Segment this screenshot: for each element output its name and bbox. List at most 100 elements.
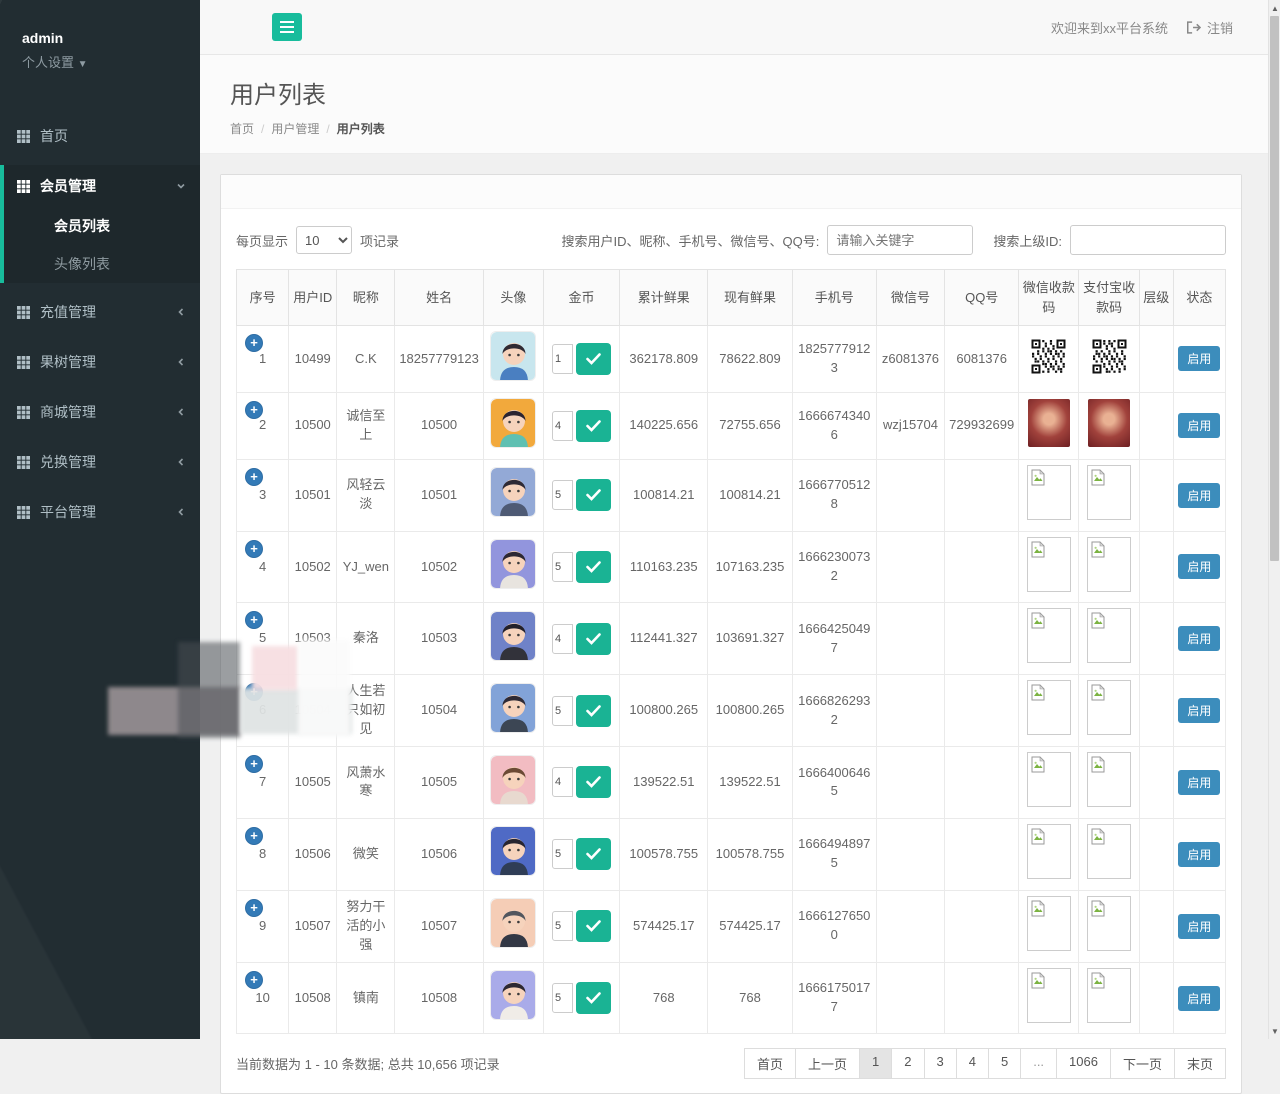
coin-confirm-button[interactable] [576, 982, 611, 1014]
expand-row-button[interactable]: + [245, 540, 263, 558]
user-id: 10507 [289, 890, 337, 962]
avatar [490, 755, 536, 805]
coin-confirm-button[interactable] [576, 838, 611, 870]
coin-confirm-button[interactable] [576, 479, 611, 511]
sidebar-toggle-button[interactable] [272, 13, 302, 41]
status-enabled-button[interactable]: 启用 [1178, 413, 1220, 438]
nickname: 努力干活的小强 [337, 890, 395, 962]
expand-row-button[interactable]: + [245, 468, 263, 486]
coin-confirm-button[interactable] [576, 695, 611, 727]
column-header[interactable]: QQ号 [945, 270, 1019, 326]
sidebar-item-充值管理[interactable]: 充值管理 [0, 291, 200, 333]
current-fruit: 72755.656 [708, 392, 792, 459]
scroll-down-arrow-icon[interactable]: ▼ [1269, 1024, 1280, 1038]
table-row: + 8 10506 微笑 10506 100578.755 100578.755… [237, 818, 1226, 890]
wechat-id [876, 459, 944, 531]
expand-row-button[interactable]: + [245, 334, 263, 352]
parent-id-search-input[interactable] [1070, 225, 1226, 255]
qq-number [945, 818, 1019, 890]
column-header[interactable]: 金币 [543, 270, 619, 326]
column-header[interactable]: 手机号 [792, 270, 876, 326]
column-header[interactable]: 微信收款码 [1019, 270, 1079, 326]
wechat-id [876, 603, 944, 675]
logout-link[interactable]: 注销 [1186, 18, 1233, 37]
table-row: + 5 10503 秦洛 10503 112441.327 103691.327… [237, 603, 1226, 675]
coin-amount-input[interactable] [552, 839, 573, 869]
coin-amount-input[interactable] [552, 911, 573, 941]
status-enabled-button[interactable]: 启用 [1178, 554, 1220, 579]
expand-row-button[interactable]: + [245, 401, 263, 419]
column-header[interactable]: 现有鲜果 [708, 270, 792, 326]
page-button-4[interactable]: 4 [956, 1048, 989, 1079]
column-header[interactable]: 昵称 [337, 270, 395, 326]
breadcrumb-item[interactable]: 首页 [230, 122, 254, 136]
coin-amount-input[interactable] [552, 696, 573, 726]
expand-row-button[interactable]: + [245, 683, 263, 701]
column-header[interactable]: 姓名 [395, 270, 483, 326]
coin-confirm-button[interactable] [576, 910, 611, 942]
page-button-上一页[interactable]: 上一页 [795, 1048, 860, 1079]
sidebar-subitem-会员列表[interactable]: 会员列表 [4, 207, 200, 245]
keyword-search-input[interactable] [827, 225, 973, 255]
scrollbar-thumb[interactable] [1270, 16, 1279, 561]
column-header[interactable]: 用户ID [289, 270, 337, 326]
per-page-select[interactable]: 10 [296, 226, 352, 254]
page-button-5[interactable]: 5 [988, 1048, 1021, 1079]
status-enabled-button[interactable]: 启用 [1178, 770, 1220, 795]
per-page-control: 每页显示 10 项记录 [236, 226, 399, 254]
status-enabled-button[interactable]: 启用 [1178, 842, 1220, 867]
sidebar-item-会员管理[interactable]: 会员管理 [4, 165, 200, 207]
column-header[interactable]: 状态 [1173, 270, 1225, 326]
coin-confirm-button[interactable] [576, 410, 611, 442]
expand-row-button[interactable]: + [245, 827, 263, 845]
column-header[interactable]: 累计鲜果 [620, 270, 708, 326]
coin-amount-input[interactable] [552, 624, 573, 654]
page-button-2[interactable]: 2 [891, 1048, 924, 1079]
grid-icon [17, 130, 30, 143]
status-enabled-button[interactable]: 启用 [1178, 986, 1220, 1011]
column-header[interactable]: 头像 [483, 270, 543, 326]
expand-row-button[interactable]: + [245, 755, 263, 773]
expand-row-button[interactable]: + [245, 971, 263, 989]
status-enabled-button[interactable]: 启用 [1178, 346, 1220, 371]
page-button-下一页[interactable]: 下一页 [1110, 1048, 1175, 1079]
column-header[interactable]: 序号 [237, 270, 289, 326]
row-serial: 2 [259, 417, 266, 432]
sidebar-item-平台管理[interactable]: 平台管理 [0, 491, 200, 533]
status-enabled-button[interactable]: 启用 [1178, 698, 1220, 723]
per-page-suffix-label: 项记录 [360, 231, 399, 250]
sidebar-item-商城管理[interactable]: 商城管理 [0, 391, 200, 433]
column-header[interactable]: 微信号 [876, 270, 944, 326]
coin-confirm-button[interactable] [576, 343, 611, 375]
page-button-1[interactable]: 1 [859, 1048, 892, 1079]
coin-amount-input[interactable] [552, 983, 573, 1013]
status-enabled-button[interactable]: 启用 [1178, 626, 1220, 651]
column-header[interactable]: 支付宝收款码 [1079, 270, 1139, 326]
coin-confirm-button[interactable] [576, 766, 611, 798]
coin-amount-input[interactable] [552, 552, 573, 582]
sidebar-item-首页[interactable]: 首页 [0, 115, 200, 157]
scroll-up-arrow-icon[interactable]: ▲ [1269, 1, 1280, 15]
coin-amount-input[interactable] [552, 344, 573, 374]
page-button-首页[interactable]: 首页 [744, 1048, 796, 1079]
status-enabled-button[interactable]: 启用 [1178, 914, 1220, 939]
sidebar-subitem-头像列表[interactable]: 头像列表 [4, 245, 200, 283]
page-button-末页[interactable]: 末页 [1174, 1048, 1226, 1079]
expand-row-button[interactable]: + [245, 899, 263, 917]
expand-row-button[interactable]: + [245, 611, 263, 629]
page-button-3[interactable]: 3 [924, 1048, 957, 1079]
vertical-scrollbar[interactable]: ▲ ▼ [1268, 0, 1280, 1039]
coin-amount-input[interactable] [552, 480, 573, 510]
sidebar-item-兑换管理[interactable]: 兑换管理 [0, 441, 200, 483]
coin-confirm-button[interactable] [576, 623, 611, 655]
personal-settings-dropdown[interactable]: 个人设置 ▼ [22, 52, 178, 71]
coin-amount-input[interactable] [552, 411, 573, 441]
breadcrumb-item[interactable]: 用户管理 [271, 122, 319, 136]
sidebar-item-果树管理[interactable]: 果树管理 [0, 341, 200, 383]
column-header[interactable]: 层级 [1139, 270, 1173, 326]
page-button-1066[interactable]: 1066 [1056, 1048, 1111, 1079]
status-enabled-button[interactable]: 启用 [1178, 483, 1220, 508]
coin-amount-input[interactable] [552, 767, 573, 797]
coin-confirm-button[interactable] [576, 551, 611, 583]
broken-image-icon [1027, 465, 1071, 520]
